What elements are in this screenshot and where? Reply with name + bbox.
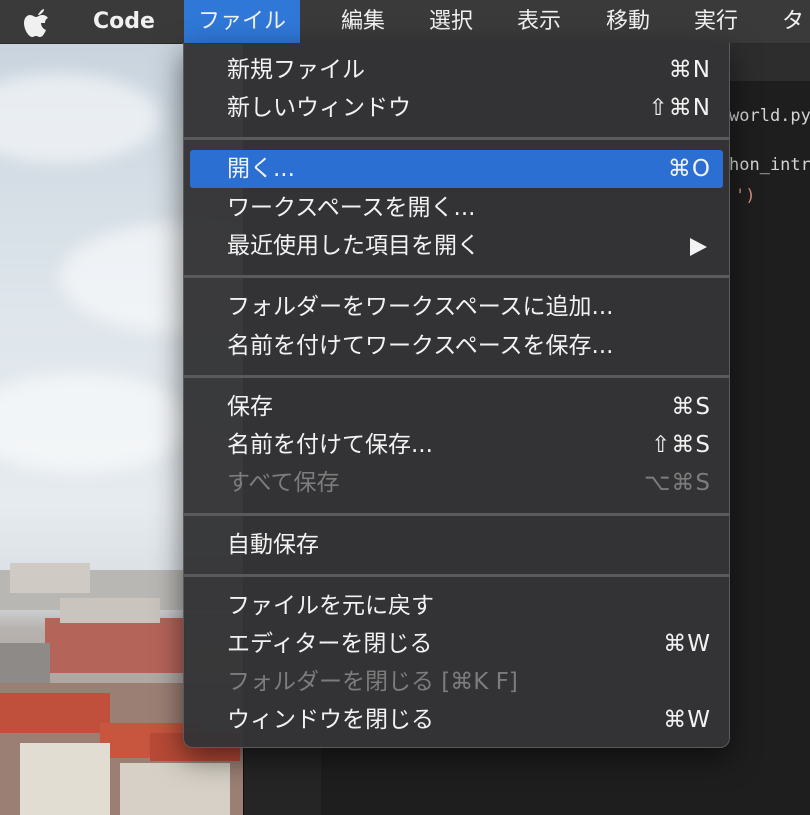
menu-item-close-folder: フォルダーを閉じる [⌘K F] [184, 663, 729, 701]
menu-go[interactable]: 移動 [592, 0, 664, 43]
menu-item-label: 開く... [227, 156, 295, 182]
menu-separator [184, 275, 729, 278]
menu-item-open-workspace[interactable]: ワークスペースを開く... [184, 189, 729, 227]
menu-item-shortcut: ⇧⌘N [648, 95, 711, 121]
menu-item-label: 保存 [227, 394, 273, 420]
code-text: ') [735, 186, 756, 206]
menu-item-new-window[interactable]: 新しいウィンドウ ⇧⌘N [184, 89, 729, 127]
menu-item-label: フォルダーをワークスペースに追加... [227, 294, 614, 320]
menu-item-save[interactable]: 保存 ⌘S [184, 388, 729, 426]
menu-separator [184, 375, 729, 378]
menu-bar: Code ファイル 編集 選択 表示 移動 実行 タ [0, 0, 810, 44]
menu-separator [184, 574, 729, 577]
menu-item-shortcut: ⌘S [671, 394, 711, 420]
menu-separator [184, 513, 729, 516]
menu-item-shortcut: ⌘O [667, 156, 711, 182]
menu-item-label: 自動保存 [227, 532, 319, 558]
menu-item-save-workspace-as[interactable]: 名前を付けてワークスペースを保存... [184, 327, 729, 365]
menu-item-save-as[interactable]: 名前を付けて保存... ⇧⌘S [184, 426, 729, 464]
menu-item-add-folder-to-workspace[interactable]: フォルダーをワークスペースに追加... [184, 288, 729, 326]
menu-item-label: すべて保存 [227, 470, 340, 496]
menu-edit[interactable]: 編集 [327, 0, 399, 43]
menu-item-close-editor[interactable]: エディターを閉じる ⌘W [184, 625, 729, 663]
editor-tab-filename[interactable]: world.py [729, 106, 810, 126]
menu-item-label: 最近使用した項目を開く [227, 233, 480, 259]
menu-selection[interactable]: 選択 [415, 0, 487, 43]
menu-item-shortcut: ⌘N [668, 57, 711, 83]
menu-item-label: 新規ファイル [227, 57, 365, 83]
menu-item-auto-save[interactable]: 自動保存 [184, 526, 729, 564]
apple-logo-icon[interactable] [22, 6, 56, 38]
menu-run[interactable]: 実行 [680, 0, 752, 43]
menu-item-label: 名前を付けて保存... [227, 432, 433, 458]
menu-item-label: ウィンドウを閉じる [227, 707, 434, 733]
menu-item-label: ファイルを元に戻す [227, 593, 434, 619]
menu-item-save-all: すべて保存 ⌥⌘S [184, 464, 729, 502]
submenu-arrow-icon [690, 238, 707, 256]
menu-terminal[interactable]: タ [768, 0, 810, 43]
menu-item-label: エディターを閉じる [227, 631, 433, 657]
menu-item-shortcut: ⌥⌘S [643, 470, 711, 496]
file-menu-dropdown: 新規ファイル ⌘N 新しいウィンドウ ⇧⌘N 開く... ⌘O ワークスペースを… [183, 43, 730, 748]
menu-item-revert-file[interactable]: ファイルを元に戻す [184, 587, 729, 625]
menu-item-shortcut: ⌘W [663, 631, 711, 657]
menu-file[interactable]: ファイル [184, 0, 301, 43]
menu-app-name[interactable]: Code [79, 0, 169, 43]
menu-item-close-window[interactable]: ウィンドウを閉じる ⌘W [184, 701, 729, 739]
menu-item-shortcut: ⇧⌘S [651, 432, 711, 458]
menu-item-open-recent[interactable]: 最近使用した項目を開く [184, 227, 729, 265]
menu-separator [184, 137, 729, 140]
menu-item-label: ワークスペースを開く... [227, 195, 476, 221]
menu-item-open[interactable]: 開く... ⌘O [190, 150, 723, 188]
menu-item-new-file[interactable]: 新規ファイル ⌘N [184, 51, 729, 89]
menu-item-label: 名前を付けてワークスペースを保存... [227, 333, 614, 359]
code-text: hon_intro [729, 155, 810, 175]
menu-item-label: フォルダーを閉じる [⌘K F] [227, 669, 518, 695]
menu-item-shortcut: ⌘W [663, 707, 711, 733]
menu-view[interactable]: 表示 [503, 0, 575, 43]
menu-item-label: 新しいウィンドウ [227, 95, 411, 121]
